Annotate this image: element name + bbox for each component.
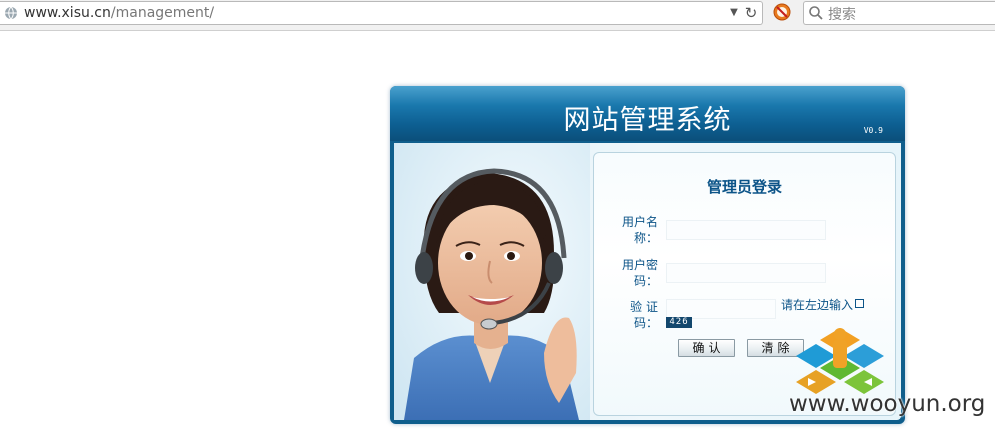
system-title: 网站管理系统 xyxy=(563,105,732,136)
captcha-hint: 请在左边输入 xyxy=(781,296,865,313)
history-dropdown-icon[interactable]: ▼ xyxy=(728,7,740,19)
browser-toolbar: www.xisu.cn/management/ ▼ ↻ 搜索 xyxy=(0,0,995,31)
version-label: V0.9 xyxy=(863,126,883,135)
support-agent-image xyxy=(394,143,590,420)
login-title: 管理员登录 xyxy=(706,178,782,196)
captcha-label-line1: 验 证 xyxy=(630,300,658,314)
captcha-label: 验 证 码： xyxy=(616,299,658,331)
captcha-image[interactable]: 426 xyxy=(666,317,692,328)
url-path: /management/ xyxy=(110,5,215,21)
adblock-icon[interactable] xyxy=(773,3,791,21)
captcha-mini-icon xyxy=(855,299,865,308)
captcha-label-line2: 码： xyxy=(633,316,658,330)
url-text[interactable]: www.xisu.cn/management/ xyxy=(24,5,214,21)
username-input[interactable] xyxy=(666,220,826,240)
search-bar[interactable]: 搜索 xyxy=(803,1,995,25)
url-host: www.xisu.cn xyxy=(24,5,111,21)
globe-icon xyxy=(5,6,17,20)
password-label-line1: 用户密 xyxy=(621,258,658,272)
username-label-line2: 称： xyxy=(633,231,658,245)
username-label-line1: 用户名 xyxy=(621,215,658,229)
reload-icon[interactable]: ↻ xyxy=(743,4,759,22)
username-label: 用户名 称： xyxy=(616,214,658,246)
panel-header: 网站管理系统 V0.9 xyxy=(390,86,905,141)
address-bar[interactable]: www.xisu.cn/management/ ▼ ↻ xyxy=(0,1,763,25)
watermark-text: www.wooyun.org xyxy=(789,391,986,417)
captcha-input[interactable] xyxy=(666,299,776,319)
search-input[interactable]: 搜索 xyxy=(828,4,856,24)
password-input[interactable] xyxy=(666,263,826,283)
captcha-hint-text: 请在左边输入 xyxy=(781,298,854,312)
password-label: 用户密 码： xyxy=(616,257,658,289)
confirm-button[interactable]: 确认 xyxy=(678,339,735,357)
password-label-line2: 码： xyxy=(633,274,658,288)
search-icon xyxy=(809,6,823,20)
